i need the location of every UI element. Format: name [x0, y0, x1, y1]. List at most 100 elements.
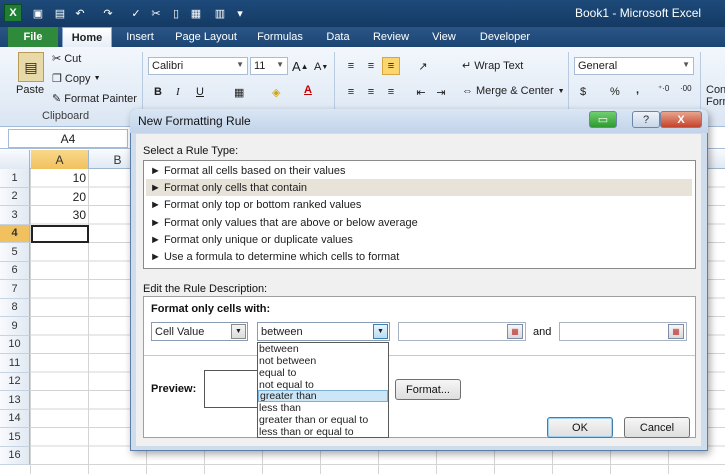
range-select-icon[interactable]: ▦ — [507, 324, 523, 339]
tab-file[interactable]: File — [8, 27, 58, 47]
operator-option[interactable]: equal to — [258, 367, 388, 379]
row-header[interactable]: 11 — [0, 354, 30, 373]
save-icon[interactable]: ▣ — [30, 5, 46, 21]
font-color-icon[interactable]: A — [304, 84, 312, 96]
row-header[interactable]: 7 — [0, 280, 30, 299]
cut-icon[interactable]: ✂ — [148, 5, 164, 21]
cell-a2[interactable]: 20 — [31, 188, 89, 207]
row-header[interactable]: 14 — [0, 409, 30, 428]
tab-review[interactable]: Review — [366, 27, 416, 47]
print-icon[interactable]: ▥ — [212, 5, 228, 21]
excel-logo-icon[interactable]: X — [4, 4, 22, 22]
align-bottom-icon[interactable]: ≡ — [382, 57, 400, 75]
cell-a1[interactable]: 10 — [31, 169, 89, 188]
increase-decimal-icon[interactable]: ⁺·0 — [658, 84, 669, 93]
tab-formulas[interactable]: Formulas — [250, 27, 310, 47]
borders-icon[interactable]: ▦ — [234, 86, 244, 99]
undo-icon[interactable]: ↶ — [72, 5, 88, 21]
shrink-font-button[interactable]: A ▼ — [314, 61, 328, 73]
number-format-select[interactable]: General ▼ — [574, 57, 694, 75]
comma-button[interactable]: , — [636, 84, 639, 96]
range-select-icon[interactable]: ▦ — [668, 324, 684, 339]
ok-button[interactable]: OK — [547, 417, 613, 438]
orientation-icon[interactable]: ↗ — [414, 57, 432, 75]
tab-data[interactable]: Data — [318, 27, 358, 47]
spell-check-icon[interactable]: ✓ — [128, 5, 144, 21]
row-header[interactable]: 6 — [0, 261, 30, 280]
row-header[interactable]: 5 — [0, 243, 30, 262]
fill-color-icon[interactable]: ◈ — [272, 86, 280, 99]
cell-a4-active[interactable] — [31, 224, 89, 243]
minimize-icon[interactable]: ▭ — [589, 111, 617, 128]
rule-type-item[interactable]: ► Format all cells based on their values — [146, 162, 692, 179]
currency-button[interactable]: $ — [580, 86, 586, 98]
paste-icon[interactable]: ▦ — [188, 5, 204, 21]
row-header[interactable]: 12 — [0, 372, 30, 391]
tab-view[interactable]: View — [424, 27, 464, 47]
rule-type-item-selected[interactable]: ► Format only cells that contain — [146, 179, 692, 196]
cell-a3[interactable]: 30 — [31, 206, 89, 225]
operator-option[interactable]: less than or equal to — [258, 426, 388, 438]
font-size-select[interactable]: 11 ▼ — [250, 57, 288, 75]
paste-button[interactable]: Paste — [16, 84, 44, 96]
operator-select[interactable]: between ▼ — [257, 322, 390, 341]
increase-indent-icon[interactable]: ⇥ — [432, 83, 450, 101]
cancel-button[interactable]: Cancel — [624, 417, 690, 438]
operator-option[interactable]: between — [258, 343, 388, 355]
redo-icon[interactable]: ↷ — [100, 5, 116, 21]
format-painter-button[interactable]: ✎ Format Painter — [52, 92, 137, 106]
operator-option[interactable]: greater than or equal to — [258, 414, 388, 426]
row-header-selected[interactable]: 4 — [0, 224, 30, 243]
underline-button[interactable]: U — [196, 86, 204, 98]
format-button[interactable]: Format... — [395, 379, 461, 400]
conditional-formatting-label-1[interactable]: Con — [706, 84, 725, 96]
operator-option[interactable]: less than — [258, 402, 388, 414]
align-middle-icon[interactable]: ≡ — [362, 57, 380, 75]
percent-button[interactable]: % — [610, 86, 620, 98]
align-right-icon[interactable]: ≡ — [382, 83, 400, 101]
align-left-icon[interactable]: ≡ — [342, 83, 360, 101]
close-button[interactable]: X — [660, 111, 702, 128]
row-header[interactable]: 1 — [0, 169, 30, 188]
select-all-corner[interactable] — [0, 150, 30, 169]
tab-home[interactable]: Home — [62, 27, 112, 47]
decrease-indent-icon[interactable]: ⇤ — [412, 83, 430, 101]
tab-developer[interactable]: Developer — [474, 27, 536, 47]
row-header[interactable]: 9 — [0, 317, 30, 336]
cut-button[interactable]: ✂ Cut — [52, 52, 81, 66]
row-header[interactable]: 3 — [0, 206, 30, 225]
italic-button[interactable]: I — [176, 86, 180, 98]
row-header[interactable]: 8 — [0, 298, 30, 317]
row-header[interactable]: 15 — [0, 428, 30, 447]
paste-big-icon[interactable]: ▤ — [18, 52, 44, 82]
folder-icon[interactable]: ▤ — [52, 5, 68, 21]
decrease-decimal-icon[interactable]: ·00 — [680, 84, 692, 93]
operator-option-highlighted[interactable]: greater than — [258, 390, 388, 402]
rule-type-item[interactable]: ► Format only unique or duplicate values — [146, 231, 692, 248]
align-top-icon[interactable]: ≡ — [342, 57, 360, 75]
copy-button[interactable]: ❐ Copy ▼ — [52, 72, 101, 86]
bold-button[interactable]: B — [154, 86, 162, 98]
row-header[interactable]: 10 — [0, 335, 30, 354]
conditional-formatting-label-2[interactable]: Form — [706, 96, 725, 108]
help-button[interactable]: ? — [632, 111, 660, 128]
customize-qat-icon[interactable]: ▾ — [232, 5, 248, 21]
row-header[interactable]: 13 — [0, 391, 30, 410]
row-header[interactable]: 16 — [0, 446, 30, 465]
rule-type-item[interactable]: ► Format only values that are above or b… — [146, 214, 692, 231]
tab-insert[interactable]: Insert — [116, 27, 164, 47]
operator-option[interactable]: not between — [258, 355, 388, 367]
font-name-select[interactable]: Calibri ▼ — [148, 57, 248, 75]
align-center-icon[interactable]: ≡ — [362, 83, 380, 101]
tab-page-layout[interactable]: Page Layout — [170, 27, 242, 47]
rule-type-item[interactable]: ► Format only top or bottom ranked value… — [146, 196, 692, 213]
row-header[interactable]: 2 — [0, 187, 30, 206]
grow-font-button[interactable]: A ▲ — [292, 59, 309, 74]
condition-type-select[interactable]: Cell Value ▼ — [151, 322, 248, 341]
column-header-a[interactable]: A — [31, 150, 89, 169]
wrap-text-button[interactable]: ↵ Wrap Text — [462, 59, 523, 73]
new-doc-icon[interactable]: ▯ — [168, 5, 184, 21]
rule-type-item[interactable]: ► Use a formula to determine which cells… — [146, 248, 692, 265]
name-box[interactable]: A4 — [8, 129, 128, 148]
merge-center-button[interactable]: ⇔ Merge & Center ▼ — [462, 85, 565, 97]
